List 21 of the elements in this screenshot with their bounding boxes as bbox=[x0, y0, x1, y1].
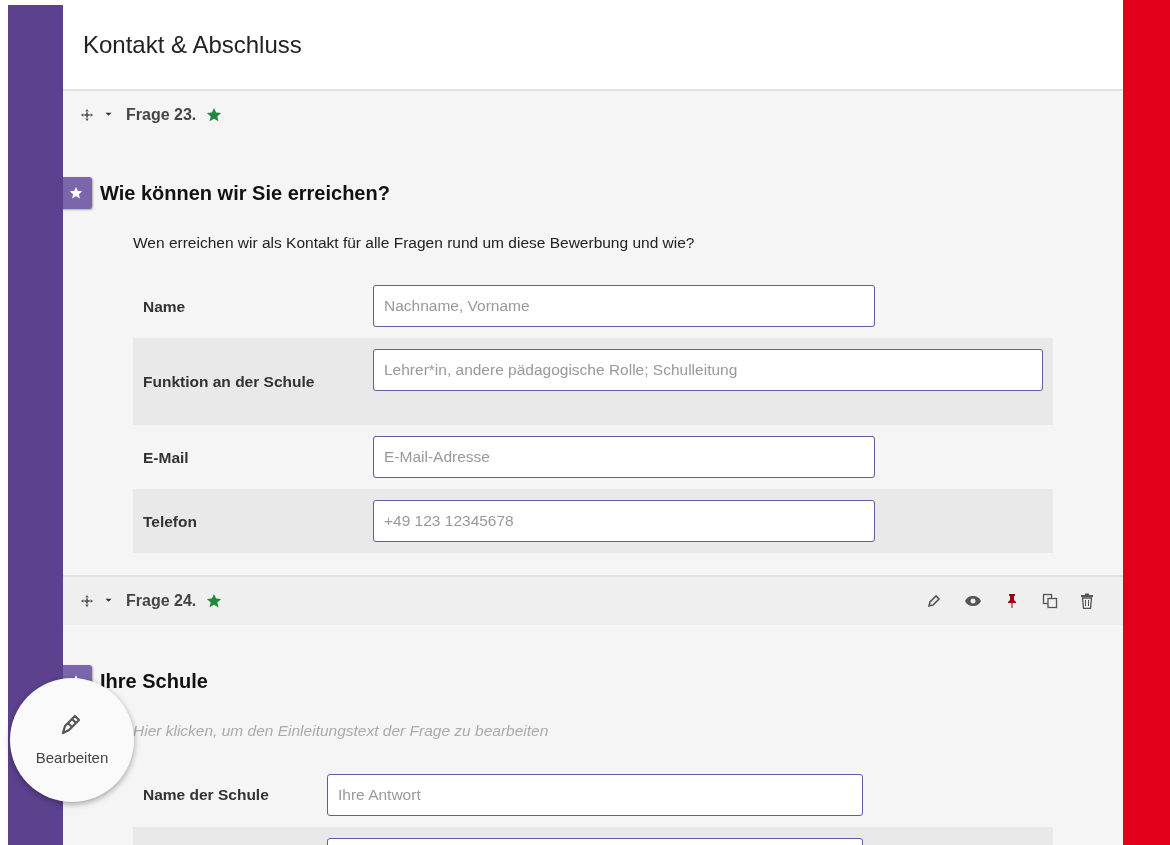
input-field[interactable]: +49 123 12345678 bbox=[373, 500, 875, 543]
question-title: Wie können wir Sie erreichen? bbox=[100, 181, 390, 206]
intro-text: Wen erreichen wir als Kontakt für alle Fragen rund um diese Bewerbung und wie? bbox=[133, 233, 695, 253]
page-title: Kontakt & Abschluss bbox=[63, 5, 1123, 91]
question-number: Frage 24. bbox=[126, 591, 197, 612]
input-field[interactable]: Lehrer*in, andere pädagogische Rolle; Schulleitung bbox=[373, 349, 1043, 392]
copy-icon[interactable] bbox=[1042, 593, 1058, 610]
star-icon bbox=[69, 186, 83, 200]
field-label: Name der Schule bbox=[142, 784, 270, 805]
move-icon[interactable] bbox=[80, 108, 94, 122]
move-icon[interactable] bbox=[80, 594, 94, 609]
field-label: E-Mail bbox=[142, 447, 190, 468]
field-label: Name bbox=[142, 296, 187, 317]
input-field[interactable]: Nachname, Vorname bbox=[373, 285, 875, 328]
question-number: Frage 23. bbox=[126, 105, 197, 125]
input-field[interactable]: Ihre Antwort bbox=[327, 773, 863, 816]
trash-icon[interactable] bbox=[1080, 593, 1094, 610]
input-field[interactable]: E-Mail-Adresse bbox=[373, 436, 875, 479]
pencil-icon[interactable] bbox=[926, 593, 942, 610]
field-label: Telefon bbox=[142, 511, 198, 532]
field-label: Funktion an der Schule bbox=[142, 372, 316, 393]
